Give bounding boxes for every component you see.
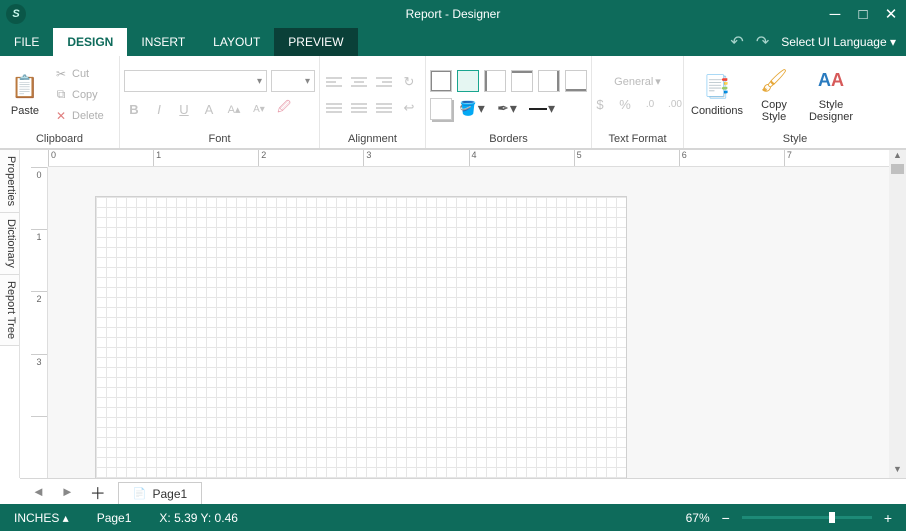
scroll-up-icon[interactable]: ▲	[889, 150, 906, 164]
increase-decimal-button[interactable]: .00	[665, 94, 685, 114]
page-tab-1[interactable]: Page1	[118, 482, 202, 505]
window-title: Report - Designer	[0, 7, 906, 21]
percent-button[interactable]: %	[615, 94, 635, 114]
align-middle-button[interactable]	[349, 99, 369, 116]
clipboard-icon: 📋	[10, 72, 40, 102]
redo-button[interactable]: ↷	[756, 32, 769, 52]
tab-insert[interactable]: INSERT	[127, 28, 199, 56]
scroll-thumb[interactable]	[891, 164, 904, 174]
side-tab-dictionary[interactable]: Dictionary	[0, 213, 19, 275]
horizontal-ruler: 01234567	[48, 150, 889, 167]
decrease-decimal-button[interactable]: .0	[640, 94, 660, 114]
language-selector[interactable]: Select UI Language ▾	[781, 35, 896, 49]
font-family-combo[interactable]: ▾	[124, 70, 267, 92]
units-selector[interactable]: INCHES ▴	[0, 511, 83, 525]
status-coords: X: 5.39 Y: 0.46	[145, 511, 252, 525]
fill-color-button[interactable]: 🪣▾	[457, 98, 487, 120]
close-button[interactable]: ✕	[882, 5, 900, 23]
conditions-button[interactable]: 📑 Conditions	[688, 60, 746, 130]
vertical-ruler: 0123	[31, 167, 48, 478]
delete-icon: ✕	[54, 109, 68, 123]
border-left-button[interactable]	[484, 70, 506, 92]
alignment-group-label: Alignment	[324, 131, 421, 147]
prev-page-button[interactable]: ◄	[28, 484, 49, 499]
scroll-down-icon[interactable]: ▼	[889, 464, 906, 478]
zoom-in-button[interactable]: +	[880, 510, 896, 526]
line-icon	[529, 108, 547, 110]
zoom-slider[interactable]	[742, 516, 872, 519]
design-canvas[interactable]	[48, 167, 889, 478]
next-page-button[interactable]: ►	[57, 484, 78, 499]
copy-button[interactable]: ⧉Copy	[50, 85, 108, 105]
zoom-out-button[interactable]: −	[718, 510, 734, 526]
pen-icon: ✒	[497, 100, 509, 117]
textformat-group-label: Text Format	[596, 131, 679, 147]
undo-button[interactable]: ↶	[730, 32, 743, 52]
tab-preview[interactable]: PREVIEW	[274, 28, 357, 56]
conditions-icon: 📑	[702, 72, 732, 102]
zoom-value: 67%	[686, 511, 710, 525]
zoom-slider-thumb[interactable]	[829, 512, 835, 523]
minimize-button[interactable]: ─	[826, 6, 844, 23]
delete-button[interactable]: ✕Delete	[50, 106, 108, 126]
font-group-label: Font	[124, 131, 315, 147]
side-tab-properties[interactable]: Properties	[0, 150, 19, 213]
clipboard-group-label: Clipboard	[4, 131, 115, 147]
shrink-font-button[interactable]: A▾	[249, 99, 269, 119]
font-color-button[interactable]: A	[199, 99, 219, 119]
rotate-text-button[interactable]: ↻	[399, 72, 419, 92]
wrap-text-button[interactable]: ↩	[399, 98, 419, 118]
clear-format-button[interactable]: 🖉	[274, 99, 294, 119]
bold-button[interactable]: B	[124, 99, 144, 119]
report-page[interactable]	[96, 197, 626, 478]
align-center-button[interactable]	[349, 73, 369, 90]
border-shadow-button[interactable]	[430, 98, 452, 120]
align-bottom-button[interactable]	[374, 99, 394, 116]
tab-design[interactable]: DESIGN	[53, 28, 127, 56]
border-right-button[interactable]	[538, 70, 560, 92]
number-format-combo[interactable]: General ▾	[614, 75, 661, 88]
italic-button[interactable]: I	[149, 99, 169, 119]
tab-file[interactable]: FILE	[0, 28, 53, 56]
style-group-label: Style	[688, 131, 902, 147]
align-left-button[interactable]	[324, 73, 344, 90]
status-page: Page1	[83, 511, 146, 525]
border-color-button[interactable]: ✒▾	[492, 98, 522, 120]
bucket-icon: 🪣	[459, 100, 476, 117]
border-all-button[interactable]	[430, 70, 452, 92]
align-top-button[interactable]	[324, 99, 344, 116]
brush-icon: 🖌	[759, 66, 789, 96]
grow-font-button[interactable]: A▴	[224, 99, 244, 119]
border-none-button[interactable]	[457, 70, 479, 92]
cut-button[interactable]: ✂Cut	[50, 64, 108, 84]
underline-button[interactable]: U	[174, 99, 194, 119]
side-tab-report-tree[interactable]: Report Tree	[0, 275, 19, 346]
borders-group-label: Borders	[430, 131, 587, 147]
tab-layout[interactable]: LAYOUT	[199, 28, 274, 56]
font-size-combo[interactable]: ▾	[271, 70, 315, 92]
add-page-button[interactable]: ＋	[86, 480, 110, 504]
copy-style-button[interactable]: 🖌 Copy Style	[750, 60, 798, 130]
maximize-button[interactable]: □	[854, 6, 872, 23]
border-bottom-button[interactable]	[565, 70, 587, 92]
align-right-button[interactable]	[374, 73, 394, 90]
style-designer-icon: AA	[816, 66, 846, 96]
paste-button[interactable]: 📋 Paste	[4, 60, 46, 130]
vertical-scrollbar[interactable]: ▲ ▼	[889, 150, 906, 478]
style-designer-button[interactable]: AA Style Designer	[802, 60, 860, 130]
copy-icon: ⧉	[54, 88, 68, 102]
scissors-icon: ✂	[54, 67, 68, 81]
currency-button[interactable]: $	[590, 94, 610, 114]
border-top-button[interactable]	[511, 70, 533, 92]
border-style-button[interactable]: ▾	[527, 98, 557, 120]
